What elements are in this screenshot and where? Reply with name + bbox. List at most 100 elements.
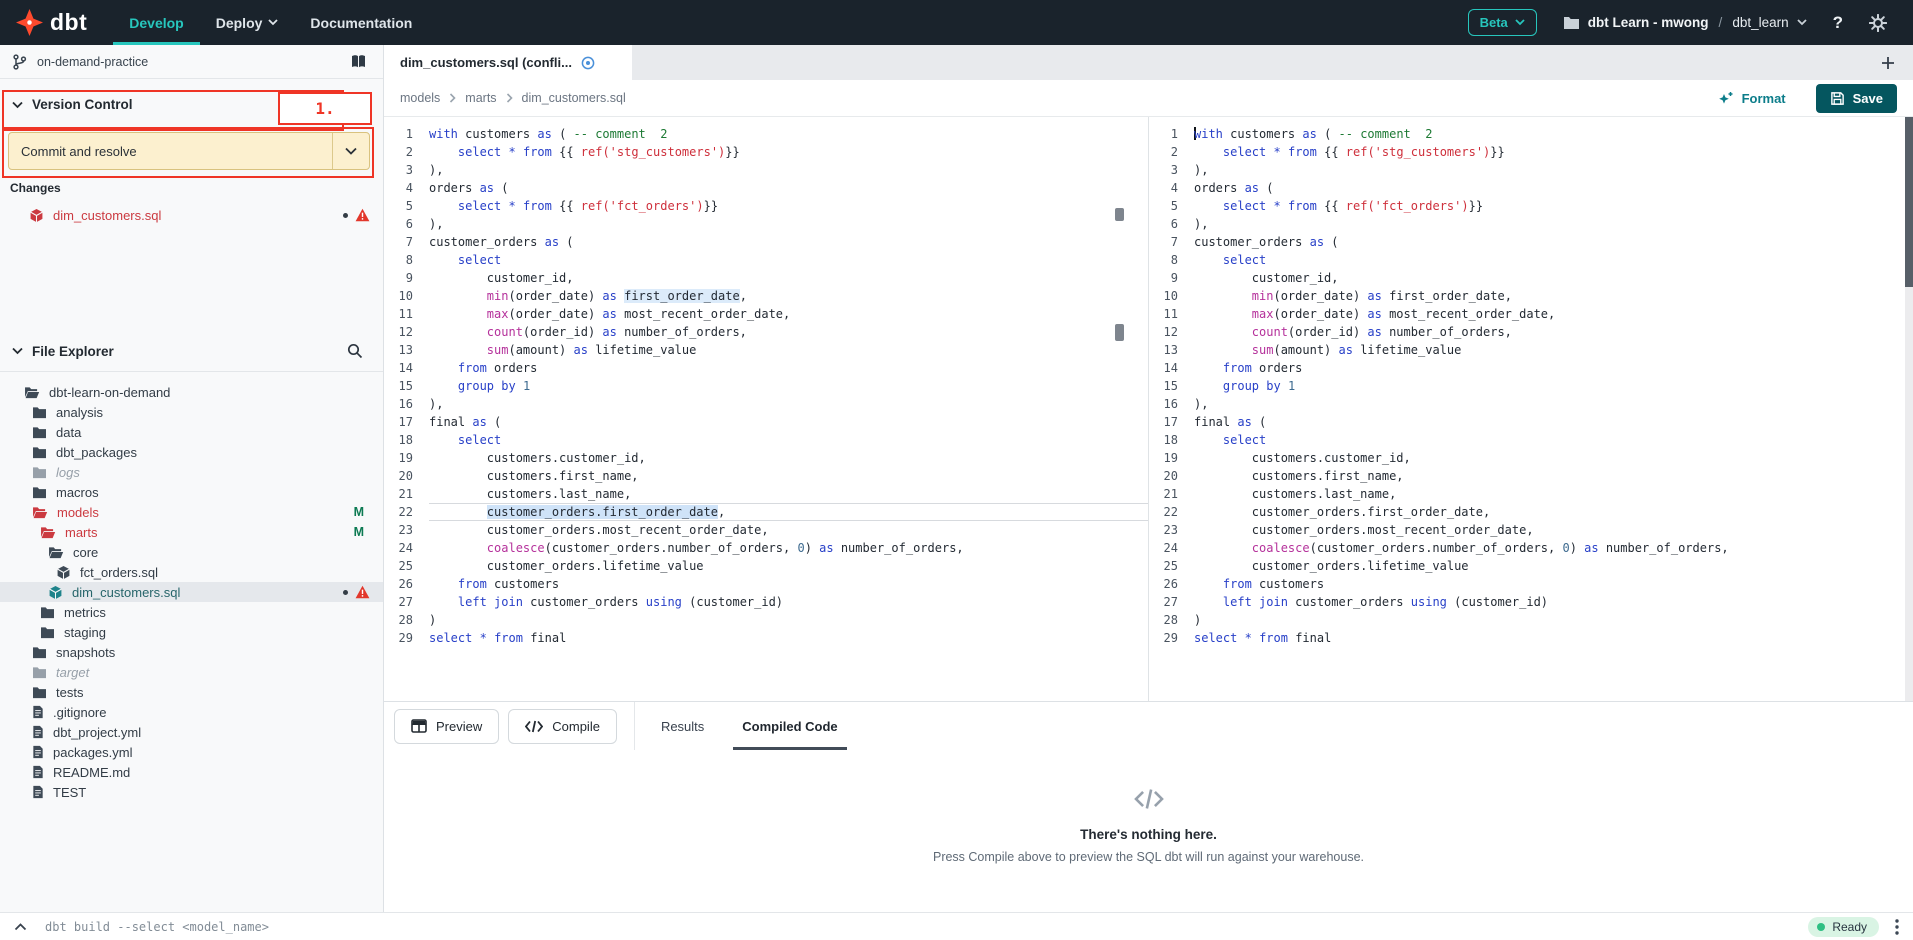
code-line[interactable]: 27 left join customer_orders using (cust… [384, 593, 1148, 611]
code-line[interactable]: 23 customer_orders.most_recent_order_dat… [384, 521, 1148, 539]
code-line[interactable]: 12 count(order_id) as number_of_orders, [1149, 323, 1913, 341]
tree-item-tests[interactable]: tests [0, 682, 383, 702]
code-line[interactable]: 28) [1149, 611, 1913, 629]
code-line[interactable]: 5 select * from {{ ref('fct_orders')}} [384, 197, 1148, 215]
save-button[interactable]: Save [1816, 84, 1897, 113]
scrollbar-thumb[interactable] [1115, 324, 1124, 341]
help-icon[interactable]: ? [1833, 13, 1843, 33]
code-line[interactable]: 28) [384, 611, 1148, 629]
code-line[interactable]: 13 sum(amount) as lifetime_value [1149, 341, 1913, 359]
compile-button[interactable]: Compile [508, 709, 617, 744]
code-line[interactable]: 3), [384, 161, 1148, 179]
version-control-header[interactable]: Version Control [12, 97, 133, 112]
code-line[interactable]: 24 coalesce(customer_orders.number_of_or… [384, 539, 1148, 557]
code-line[interactable]: 2 select * from {{ ref('stg_customers')}… [1149, 143, 1913, 161]
kebab-menu-icon[interactable] [1895, 919, 1899, 935]
tree-item-README.md[interactable]: README.md [0, 762, 383, 782]
tree-item-models[interactable]: modelsM [0, 502, 383, 522]
code-editor-right[interactable]: 1with customers as ( -- comment 22 selec… [1149, 117, 1913, 701]
code-line[interactable]: 9 customer_id, [384, 269, 1148, 287]
code-line[interactable]: 29select * from final [1149, 629, 1913, 647]
code-line[interactable]: 13 sum(amount) as lifetime_value [384, 341, 1148, 359]
code-line[interactable]: 26 from customers [1149, 575, 1913, 593]
code-line[interactable]: 15 group by 1 [1149, 377, 1913, 395]
nav-deploy[interactable]: Deploy [200, 0, 295, 45]
code-line[interactable]: 15 group by 1 [384, 377, 1148, 395]
code-line[interactable]: 6), [384, 215, 1148, 233]
preview-button[interactable]: Preview [394, 709, 499, 744]
new-tab-plus-icon[interactable] [1881, 45, 1895, 80]
code-line[interactable]: 22 customer_orders.first_order_date, [384, 503, 1148, 521]
code-line[interactable]: 11 max(order_date) as most_recent_order_… [1149, 305, 1913, 323]
code-line[interactable]: 7customer_orders as ( [1149, 233, 1913, 251]
tab-compiled-code[interactable]: Compiled Code [742, 702, 837, 750]
code-line[interactable]: 19 customers.customer_id, [1149, 449, 1913, 467]
code-line[interactable]: 17final as ( [1149, 413, 1913, 431]
code-line[interactable]: 29select * from final [384, 629, 1148, 647]
tree-item-core[interactable]: core [0, 542, 383, 562]
beta-dropdown[interactable]: Beta [1468, 9, 1537, 36]
breadcrumb-file[interactable]: dim_customers.sql [522, 91, 626, 105]
code-line[interactable]: 12 count(order_id) as number_of_orders, [384, 323, 1148, 341]
tree-item-TEST[interactable]: TEST [0, 782, 383, 802]
code-line[interactable]: 10 min(order_date) as first_order_date, [384, 287, 1148, 305]
code-line[interactable]: 3), [1149, 161, 1913, 179]
tab-results[interactable]: Results [661, 702, 704, 750]
code-line[interactable]: 2 select * from {{ ref('stg_customers')}… [384, 143, 1148, 161]
tree-item-fct_orders.sql[interactable]: fct_orders.sql [0, 562, 383, 582]
code-line[interactable]: 18 select [1149, 431, 1913, 449]
code-line[interactable]: 25 customer_orders.lifetime_value [1149, 557, 1913, 575]
nav-documentation[interactable]: Documentation [294, 0, 428, 45]
code-line[interactable]: 1with customers as ( -- comment 2 [1149, 125, 1913, 143]
code-line[interactable]: 21 customers.last_name, [1149, 485, 1913, 503]
code-line[interactable]: 25 customer_orders.lifetime_value [384, 557, 1148, 575]
chevron-up-icon[interactable] [14, 923, 27, 931]
code-line[interactable]: 4orders as ( [384, 179, 1148, 197]
code-line[interactable]: 1with customers as ( -- comment 2 [384, 125, 1148, 143]
code-line[interactable]: 16), [1149, 395, 1913, 413]
code-line[interactable]: 27 left join customer_orders using (cust… [1149, 593, 1913, 611]
scrollbar-thumb[interactable] [1905, 117, 1913, 287]
code-line[interactable]: 17final as ( [384, 413, 1148, 431]
code-line[interactable]: 18 select [384, 431, 1148, 449]
code-line[interactable]: 26 from customers [384, 575, 1148, 593]
tree-item-dbt-learn-on-demand[interactable]: dbt-learn-on-demand [0, 382, 383, 402]
tab-dim-customers[interactable]: dim_customers.sql (confli... [384, 45, 632, 80]
tree-item-metrics[interactable]: metrics [0, 602, 383, 622]
code-line[interactable]: 5 select * from {{ ref('fct_orders')}} [1149, 197, 1913, 215]
tree-item-staging[interactable]: staging [0, 622, 383, 642]
code-line[interactable]: 20 customers.first_name, [1149, 467, 1913, 485]
tree-item-snapshots[interactable]: snapshots [0, 642, 383, 662]
search-icon[interactable] [347, 343, 363, 359]
tree-item-dbt_project.yml[interactable]: dbt_project.yml [0, 722, 383, 742]
tree-item-target[interactable]: target [0, 662, 383, 682]
code-line[interactable]: 24 coalesce(customer_orders.number_of_or… [1149, 539, 1913, 557]
tree-item-data[interactable]: data [0, 422, 383, 442]
tree-item-analysis[interactable]: analysis [0, 402, 383, 422]
code-line[interactable]: 11 max(order_date) as most_recent_order_… [384, 305, 1148, 323]
format-button[interactable]: Format [1718, 91, 1786, 106]
code-line[interactable]: 23 customer_orders.most_recent_order_dat… [1149, 521, 1913, 539]
commit-dropdown-caret[interactable] [332, 133, 369, 169]
code-editor-left[interactable]: 1with customers as ( -- comment 22 selec… [384, 117, 1149, 701]
code-line[interactable]: 8 select [384, 251, 1148, 269]
code-line[interactable]: 6), [1149, 215, 1913, 233]
dbt-logo[interactable]: dbt [0, 0, 113, 45]
code-line[interactable]: 7customer_orders as ( [384, 233, 1148, 251]
tree-item-dbt_packages[interactable]: dbt_packages [0, 442, 383, 462]
code-line[interactable]: 21 customers.last_name, [384, 485, 1148, 503]
code-line[interactable]: 16), [384, 395, 1148, 413]
code-line[interactable]: 14 from orders [1149, 359, 1913, 377]
tree-item-packages.yml[interactable]: packages.yml [0, 742, 383, 762]
project-switcher[interactable]: dbt Learn - mwong / dbt_learn [1563, 15, 1807, 30]
code-line[interactable]: 22 customer_orders.first_order_date, [1149, 503, 1913, 521]
changed-file-dim-customers[interactable]: dim_customers.sql [0, 203, 383, 227]
code-line[interactable]: 19 customers.customer_id, [384, 449, 1148, 467]
code-line[interactable]: 10 min(order_date) as first_order_date, [1149, 287, 1913, 305]
tree-item-.gitignore[interactable]: .gitignore [0, 702, 383, 722]
breadcrumb-marts[interactable]: marts [465, 91, 496, 105]
scrollbar-track[interactable] [1905, 117, 1913, 701]
commit-and-resolve-button[interactable]: Commit and resolve [8, 132, 370, 170]
tree-item-marts[interactable]: martsM [0, 522, 383, 542]
tree-item-logs[interactable]: logs [0, 462, 383, 482]
